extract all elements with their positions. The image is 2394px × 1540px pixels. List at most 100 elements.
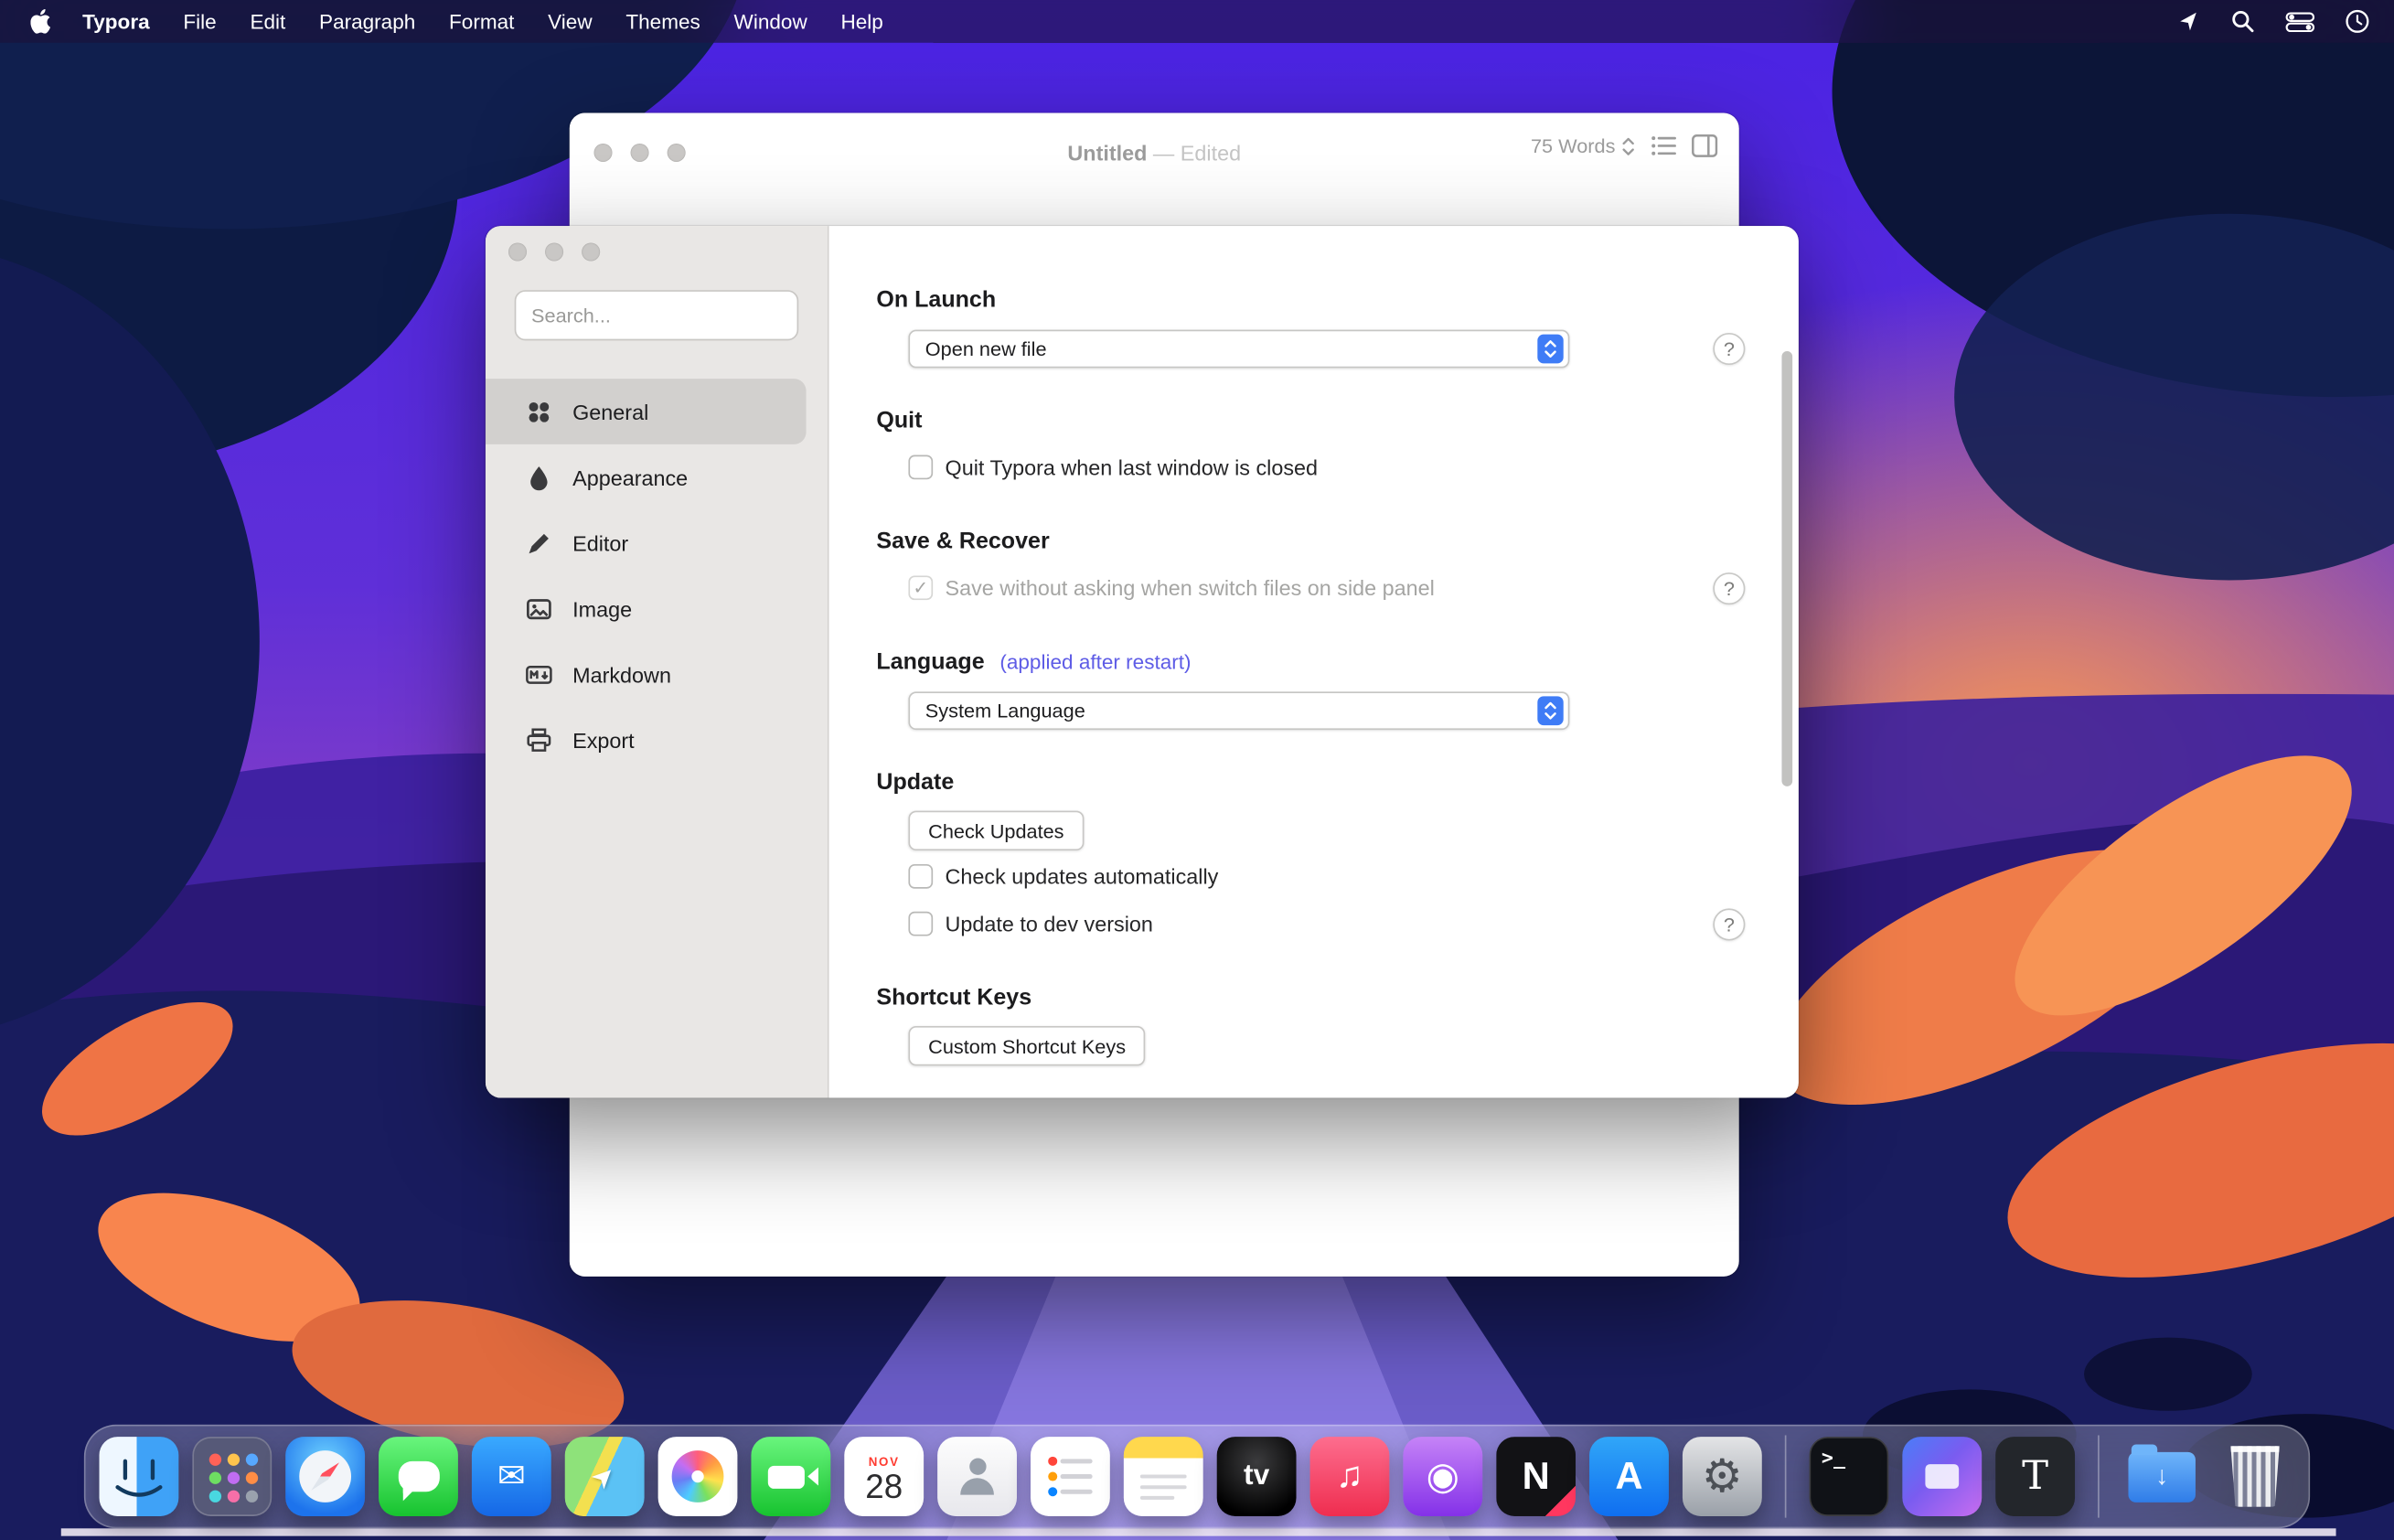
menu-file[interactable]: File (166, 10, 233, 33)
pref-zoom-button[interactable] (582, 242, 600, 261)
clock-icon[interactable] (2346, 9, 2370, 34)
dev-version-checkbox-row[interactable]: Update to dev version (908, 912, 1152, 936)
dock-item-gradient-app[interactable] (1902, 1437, 1982, 1516)
document-title: Untitled (1067, 141, 1147, 166)
dock: ✉ ➤ NOV 28 tv ♫ ◉ N A ⚙ >_ T ↓ (84, 1425, 2310, 1529)
tv-glyph: tv (1244, 1460, 1269, 1493)
check-updates-button[interactable]: Check Updates (908, 811, 1084, 850)
apple-logo-icon (30, 9, 50, 34)
location-arrow-icon[interactable] (2175, 9, 2200, 34)
quit-checkbox-row[interactable]: Quit Typora when last window is closed (908, 455, 1318, 480)
nav-item-editor[interactable]: Editor (486, 510, 807, 576)
dock-item-downloads[interactable]: ↓ (2122, 1437, 2202, 1516)
popup-stepper-icon (1537, 335, 1563, 364)
podcasts-icon: ◉ (1427, 1453, 1459, 1499)
dock-item-maps[interactable]: ➤ (565, 1437, 645, 1516)
scrollbar-thumb[interactable] (1781, 351, 1792, 786)
language-heading: Language(applied after restart) (876, 649, 1191, 675)
word-count-control[interactable]: 75 Words (1531, 134, 1635, 157)
dev-version-label: Update to dev version (946, 912, 1153, 936)
nav-label: Export (572, 728, 635, 753)
nav-label: Markdown (572, 662, 671, 687)
menu-themes[interactable]: Themes (609, 10, 717, 33)
search-icon[interactable] (2230, 9, 2255, 34)
outline-toggle-icon[interactable] (1651, 134, 1676, 157)
terminal-prompt-glyph: >_ (1822, 1448, 1845, 1470)
menu-view[interactable]: View (531, 10, 609, 33)
custom-shortcut-keys-button[interactable]: Custom Shortcut Keys (908, 1026, 1145, 1065)
mail-envelope-icon: ✉ (497, 1457, 526, 1496)
pencil-icon (525, 529, 552, 557)
nav-item-export[interactable]: Export (486, 707, 807, 773)
photos-pinwheel-icon (672, 1450, 724, 1503)
quit-checkbox[interactable] (908, 455, 933, 480)
menu-help[interactable]: Help (824, 10, 900, 33)
edited-status: Edited (1181, 141, 1241, 166)
typora-t-glyph: T (2022, 1453, 2048, 1499)
app-store-a-glyph: A (1615, 1454, 1642, 1498)
dock-item-reminders[interactable] (1031, 1437, 1110, 1516)
dock-separator (1785, 1435, 1787, 1517)
auto-update-checkbox-row[interactable]: Check updates automatically (908, 864, 1218, 889)
dev-version-checkbox[interactable] (908, 912, 933, 936)
search-input[interactable] (515, 290, 799, 340)
dock-item-safari[interactable] (285, 1437, 365, 1516)
dev-version-help-button[interactable]: ? (1713, 908, 1745, 940)
contacts-person-icon (968, 1459, 985, 1475)
dock-item-photos[interactable] (658, 1437, 738, 1516)
quit-heading: Quit (876, 408, 922, 433)
dock-item-music[interactable]: ♫ (1310, 1437, 1390, 1516)
control-center-icon[interactable] (2285, 12, 2314, 32)
dock-item-terminal[interactable]: >_ (1810, 1437, 1889, 1516)
trash-basket-icon (2229, 1446, 2282, 1507)
apple-menu[interactable] (25, 9, 66, 34)
nav-label: Editor (572, 530, 628, 555)
menu-app-name[interactable]: Typora (66, 10, 166, 33)
nav-label: Appearance (572, 465, 688, 489)
pref-minimize-button[interactable] (545, 242, 563, 261)
menu-paragraph[interactable]: Paragraph (303, 10, 433, 33)
dock-item-calendar[interactable]: NOV 28 (844, 1437, 924, 1516)
maps-arrow-icon: ➤ (585, 1457, 625, 1496)
dock-item-podcasts[interactable]: ◉ (1403, 1437, 1482, 1516)
on-launch-popup[interactable]: Open new file (908, 330, 1569, 369)
dock-item-app-store[interactable]: A (1589, 1437, 1669, 1516)
dock-separator (2098, 1435, 2100, 1517)
dock-item-messages[interactable] (379, 1437, 458, 1516)
dock-item-system-settings[interactable]: ⚙ (1683, 1437, 1762, 1516)
dock-item-news[interactable]: N (1496, 1437, 1576, 1516)
language-popup[interactable]: System Language (908, 691, 1569, 730)
menu-format[interactable]: Format (433, 10, 531, 33)
nav-item-general[interactable]: General (486, 379, 807, 444)
update-heading: Update (876, 769, 954, 795)
printer-icon (525, 726, 552, 754)
reminders-list-icon (1046, 1453, 1095, 1499)
dock-item-mail[interactable]: ✉ (472, 1437, 551, 1516)
on-launch-selected: Open new file (925, 337, 1047, 360)
nav-item-markdown[interactable]: Markdown (486, 641, 807, 707)
save-checkbox-label: Save without asking when switch files on… (946, 575, 1435, 600)
dock-item-launchpad[interactable] (192, 1437, 272, 1516)
safari-compass-icon (299, 1450, 351, 1503)
sidebar-toggle-icon[interactable] (1692, 134, 1717, 157)
dock-item-trash[interactable] (2216, 1437, 2295, 1516)
menu-window[interactable]: Window (717, 10, 824, 33)
dock-item-contacts[interactable] (937, 1437, 1017, 1516)
dock-item-notes[interactable] (1124, 1437, 1203, 1516)
word-count-stepper-icon (1621, 135, 1635, 156)
preferences-window: General Appearance Editor Image Markdown (486, 226, 1799, 1097)
auto-update-checkbox[interactable] (908, 864, 933, 889)
dock-item-finder[interactable] (100, 1437, 179, 1516)
dock-item-apple-tv[interactable]: tv (1217, 1437, 1297, 1516)
pref-close-button[interactable] (508, 242, 527, 261)
nav-item-image[interactable]: Image (486, 575, 807, 641)
dock-item-facetime[interactable] (751, 1437, 830, 1516)
menu-edit[interactable]: Edit (233, 10, 303, 33)
music-note-icon: ♫ (1336, 1455, 1363, 1498)
save-recover-help-button[interactable]: ? (1713, 572, 1745, 604)
nav-item-appearance[interactable]: Appearance (486, 444, 807, 510)
messages-bubble-icon (398, 1461, 439, 1492)
on-launch-help-button[interactable]: ? (1713, 333, 1745, 365)
paint-drop-icon (525, 464, 552, 491)
dock-item-typora[interactable]: T (1995, 1437, 2075, 1516)
